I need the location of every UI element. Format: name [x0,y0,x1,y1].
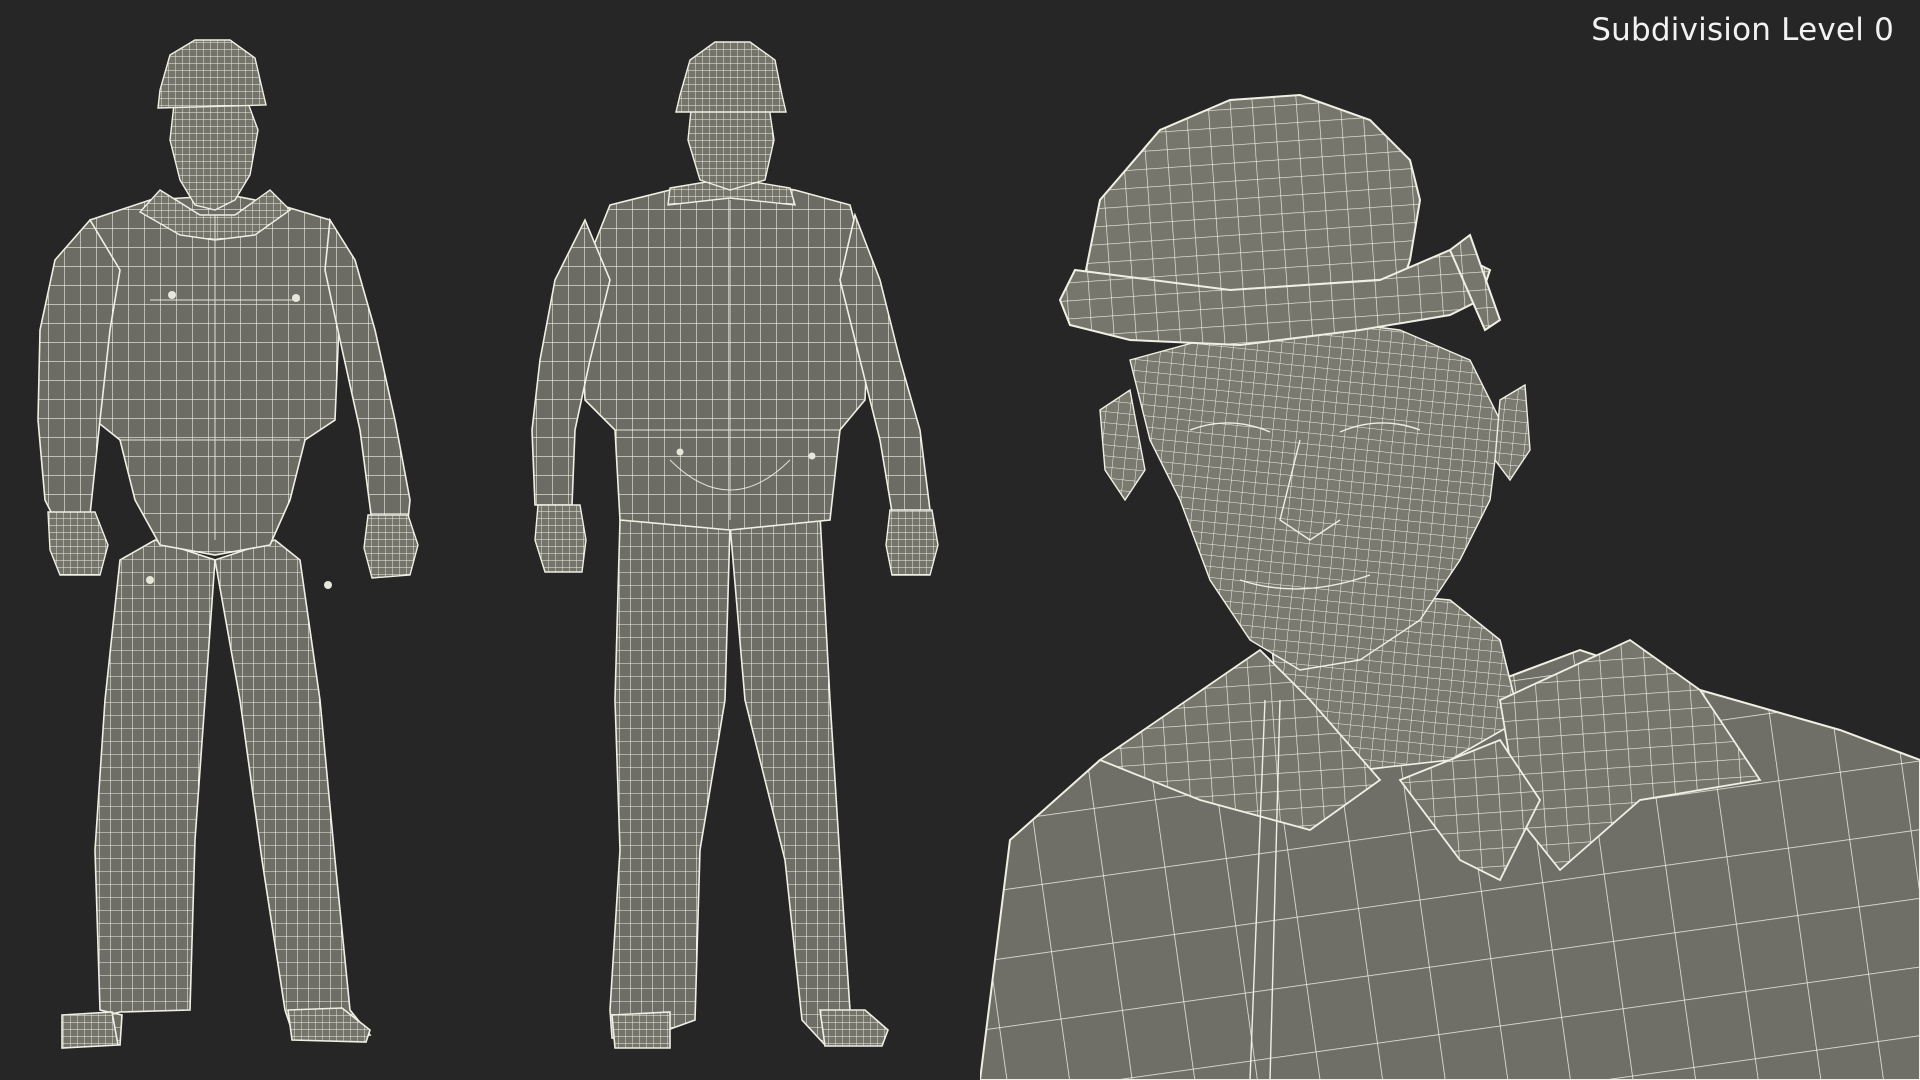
worker-front-wireframe-icon [37,39,419,1049]
render-viewport: Subdivision Level 0 [0,0,1920,1080]
closeup-view-figure [980,0,1920,1080]
worker-head-closeup-wireframe-icon [980,93,1920,1080]
front-view-figure [0,0,520,1080]
worker-back-wireframe-icon [531,41,939,1049]
subdivision-level-caption: Subdivision Level 0 [1591,12,1894,48]
back-view-figure [520,0,990,1080]
